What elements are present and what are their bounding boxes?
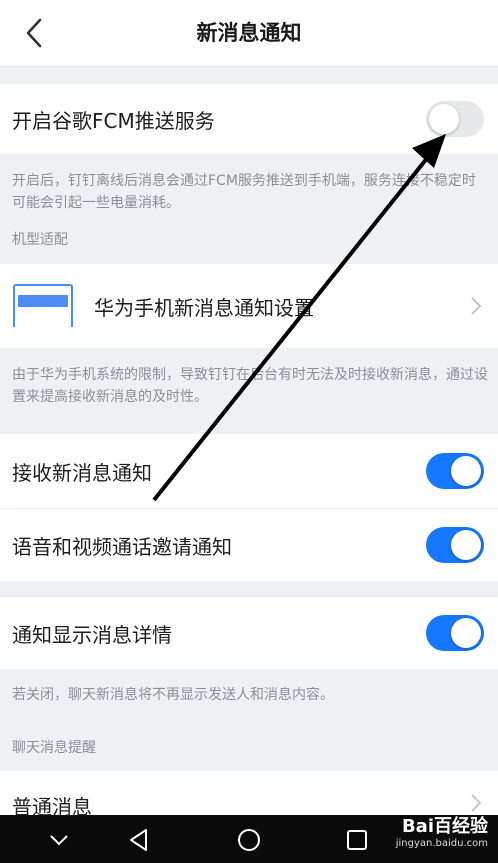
normal-message-row[interactable]: 普通消息 <box>0 771 498 815</box>
chevron-down-icon[interactable] <box>44 825 74 855</box>
show-detail-label: 通知显示消息详情 <box>12 622 172 647</box>
call-invite-toggle[interactable] <box>426 527 484 563</box>
toggle-knob <box>451 530 481 560</box>
call-invite-label: 语音和视频通话邀请通知 <box>12 534 232 559</box>
chevron-right-icon <box>471 297 482 315</box>
home-circle-icon[interactable] <box>234 825 264 855</box>
chevron-left-icon <box>26 18 42 48</box>
show-detail-row: 通知显示消息详情 <box>0 597 498 669</box>
model-section-label: 机型适配 <box>12 232 68 248</box>
normal-message-label: 普通消息 <box>12 795 92 815</box>
phone-banner-icon <box>13 284 73 327</box>
page-title: 新消息通知 <box>196 21 302 45</box>
fcm-label: 开启谷歌FCM推送服务 <box>12 108 215 133</box>
chat-section-label: 聊天消息提醒 <box>12 740 96 756</box>
fcm-note: 开启后，钉钉离线后消息会通过FCM服务推送到手机端，服务连接不稳定时可能会引起一… <box>12 173 476 211</box>
back-button[interactable] <box>14 13 54 53</box>
fcm-row: 开启谷歌FCM推送服务 <box>0 84 498 154</box>
call-invite-row: 语音和视频通话邀请通知 <box>0 509 498 581</box>
show-detail-toggle[interactable] <box>426 615 484 651</box>
fcm-toggle[interactable] <box>426 101 484 137</box>
toggle-knob <box>429 104 459 134</box>
recent-apps-square-icon[interactable] <box>342 825 372 855</box>
receive-notification-label: 接收新消息通知 <box>12 460 152 485</box>
receive-notification-toggle[interactable] <box>426 453 484 489</box>
show-detail-note: 若关闭，聊天新消息将不再显示发送人和消息内容。 <box>12 687 334 703</box>
watermark-url: jingyan.baidu.com <box>395 838 488 849</box>
top-bar: 新消息通知 <box>0 0 498 67</box>
huawei-note: 由于华为手机系统的限制，导致钉钉在后台有时无法及时接收新消息，通过设置来提高接收… <box>12 367 488 405</box>
back-triangle-icon[interactable] <box>124 825 154 855</box>
huawei-settings-row[interactable]: 华为手机新消息通知设置 <box>0 264 498 348</box>
chevron-right-icon <box>471 794 482 812</box>
toggle-knob <box>451 618 481 648</box>
toggle-knob <box>451 456 481 486</box>
receive-notification-row: 接收新消息通知 <box>0 434 498 508</box>
watermark-logo: Bai百经验 <box>401 816 488 837</box>
